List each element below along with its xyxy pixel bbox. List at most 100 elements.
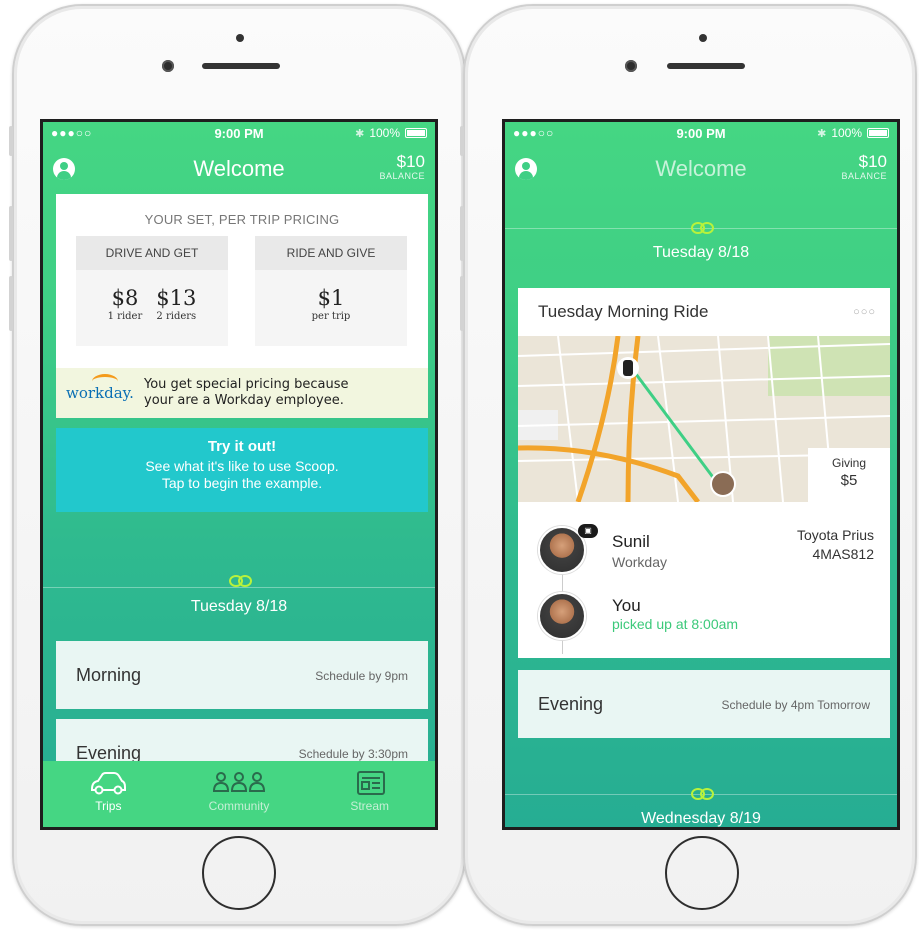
infinity-icon [691, 788, 714, 800]
battery-area: ✱ 100% [726, 126, 890, 140]
price-value: $13 [156, 286, 197, 310]
balance-display[interactable]: $10 BALANCE [379, 152, 425, 181]
workday-line-1: You get special pricing because [144, 377, 349, 392]
sensor-dot [236, 34, 244, 42]
car-model: Toyota Prius [796, 527, 874, 543]
price-per-trip: $1 per trip [312, 286, 351, 322]
carrier-signal: ●●●○○ [51, 126, 93, 140]
day-divider [43, 587, 435, 588]
app-background: ●●●○○ 9:00 PM ✱ 100% Welcome $10 BALANCE… [505, 122, 897, 827]
try-line-1: See what it's like to use Scoop. [145, 458, 339, 474]
front-camera [162, 60, 174, 72]
slot-morning[interactable]: Morning Schedule by 9pm [56, 641, 428, 709]
balance-label: BALANCE [379, 171, 425, 181]
balance-display[interactable]: $10 BALANCE [841, 152, 887, 181]
slot-evening[interactable]: Evening Schedule by 4pm Tomorrow [518, 670, 890, 738]
price-value: $1 [317, 286, 345, 310]
slot-name: Evening [538, 694, 604, 714]
infinity-icon [229, 575, 252, 587]
trip-title: Tuesday Morning Ride [538, 302, 709, 321]
tab-stream[interactable]: Stream [304, 761, 435, 827]
carrier-signal: ●●●○○ [513, 126, 555, 140]
giving-label: Giving [831, 456, 866, 470]
ride-header: RIDE AND GIVE [255, 236, 407, 270]
battery-area: ✱ 100% [264, 126, 428, 140]
tab-label: Community [208, 799, 270, 813]
front-camera [625, 60, 637, 72]
balance-amount: $10 [858, 152, 887, 171]
stream-icon [304, 769, 435, 799]
day-label-next: Wednesday 8/19 [641, 810, 761, 827]
ride-and-give-box: RIDE AND GIVE $1 per trip [255, 236, 407, 346]
workday-message: You get special pricing because your are… [144, 377, 348, 409]
trip-card[interactable]: Tuesday Morning Ride ○○○ Giving $5 ▣ Sun… [518, 288, 890, 658]
route-map[interactable]: Giving $5 [518, 336, 890, 502]
screen-left: ●●●○○ 9:00 PM ✱ 100% Welcome $10 BALANCE… [40, 119, 438, 830]
screen-right: ●●●○○ 9:00 PM ✱ 100% Welcome $10 BALANCE… [502, 119, 900, 830]
bluetooth-icon: ✱ [355, 127, 365, 140]
infinity-icon [691, 222, 714, 234]
rider-avatar[interactable] [538, 592, 586, 640]
workday-banner: workday. You get special pricing because… [56, 368, 428, 418]
slot-name: Morning [76, 665, 142, 685]
tab-label: Trips [95, 799, 122, 813]
mute-switch [9, 126, 13, 156]
tab-community[interactable]: Community [174, 761, 305, 827]
app-background: ●●●○○ 9:00 PM ✱ 100% Welcome $10 BALANCE… [43, 122, 435, 827]
slot-schedule: Schedule by 9pm [315, 669, 408, 683]
balance-label: BALANCE [841, 171, 887, 181]
car-info: Toyota Prius 4MAS812 [797, 526, 874, 564]
earpiece-speaker [667, 63, 745, 69]
battery-percent: 100% [831, 126, 863, 140]
bluetooth-icon: ✱ [817, 127, 827, 140]
page-title: Welcome [655, 156, 747, 181]
slot-schedule: Schedule by 4pm Tomorrow [721, 698, 870, 712]
nav-bar: Welcome $10 BALANCE [505, 144, 897, 190]
price-1-rider: $8 1 rider [108, 286, 143, 322]
battery-icon [867, 128, 890, 138]
car-plate: 4MAS812 [812, 546, 874, 562]
day-label: Tuesday 8/18 [190, 598, 288, 615]
drive-and-get-box: DRIVE AND GET $8 1 rider $13 2 riders [76, 236, 228, 346]
car-icon [43, 769, 174, 799]
pricing-heading: YOUR SET, PER TRIP PRICING [144, 212, 340, 227]
price-2-riders: $13 2 riders [156, 286, 196, 322]
status-bar: ●●●○○ 9:00 PM ✱ 100% [43, 122, 435, 144]
mute-switch [460, 126, 464, 156]
price-label: per trip [311, 311, 351, 322]
community-icon [174, 769, 305, 799]
giving-badge: Giving $5 [808, 448, 890, 502]
price-value: $8 [111, 286, 139, 310]
phone-frame-left: ●●●○○ 9:00 PM ✱ 100% Welcome $10 BALANCE… [9, 4, 466, 926]
try-title: Try it out! [207, 438, 277, 455]
sensor-dot [699, 34, 707, 42]
giving-amount: $5 [840, 472, 858, 489]
volume-down-button [9, 276, 13, 331]
home-button [665, 836, 739, 910]
try-it-out-button[interactable]: Try it out! See what it's like to use Sc… [56, 428, 428, 512]
try-line-2: Tap to begin the example. [161, 475, 323, 491]
battery-percent: 100% [369, 126, 401, 140]
phone-frame-right: ●●●○○ 9:00 PM ✱ 100% Welcome $10 BALANCE… [460, 4, 917, 926]
nav-bar: Welcome $10 BALANCE [43, 144, 435, 190]
workday-logo: workday. [66, 374, 142, 402]
drive-header: DRIVE AND GET [76, 236, 228, 270]
workday-line-2: your are a Workday employee. [144, 393, 344, 408]
earpiece-speaker [202, 63, 280, 69]
driver-company: Workday [612, 554, 667, 570]
tab-bar: Trips Community Stream [43, 761, 435, 827]
rider-name: You [612, 596, 641, 615]
battery-icon [405, 128, 428, 138]
volume-up-button [9, 206, 13, 261]
status-bar: ●●●○○ 9:00 PM ✱ 100% [505, 122, 897, 144]
day-label: Tuesday 8/18 [652, 244, 750, 261]
slot-schedule: Schedule by 3:30pm [298, 747, 408, 761]
driver-name: Sunil [612, 532, 650, 551]
car-badge-icon: ▣ [578, 524, 598, 538]
pricing-card: YOUR SET, PER TRIP PRICING DRIVE AND GET… [56, 194, 428, 368]
tab-trips[interactable]: Trips [43, 761, 174, 827]
price-label: 1 rider [107, 311, 143, 322]
status-time: 9:00 PM [214, 125, 264, 141]
balance-amount: $10 [396, 152, 425, 171]
more-options-icon[interactable]: ○○○ [853, 306, 876, 318]
